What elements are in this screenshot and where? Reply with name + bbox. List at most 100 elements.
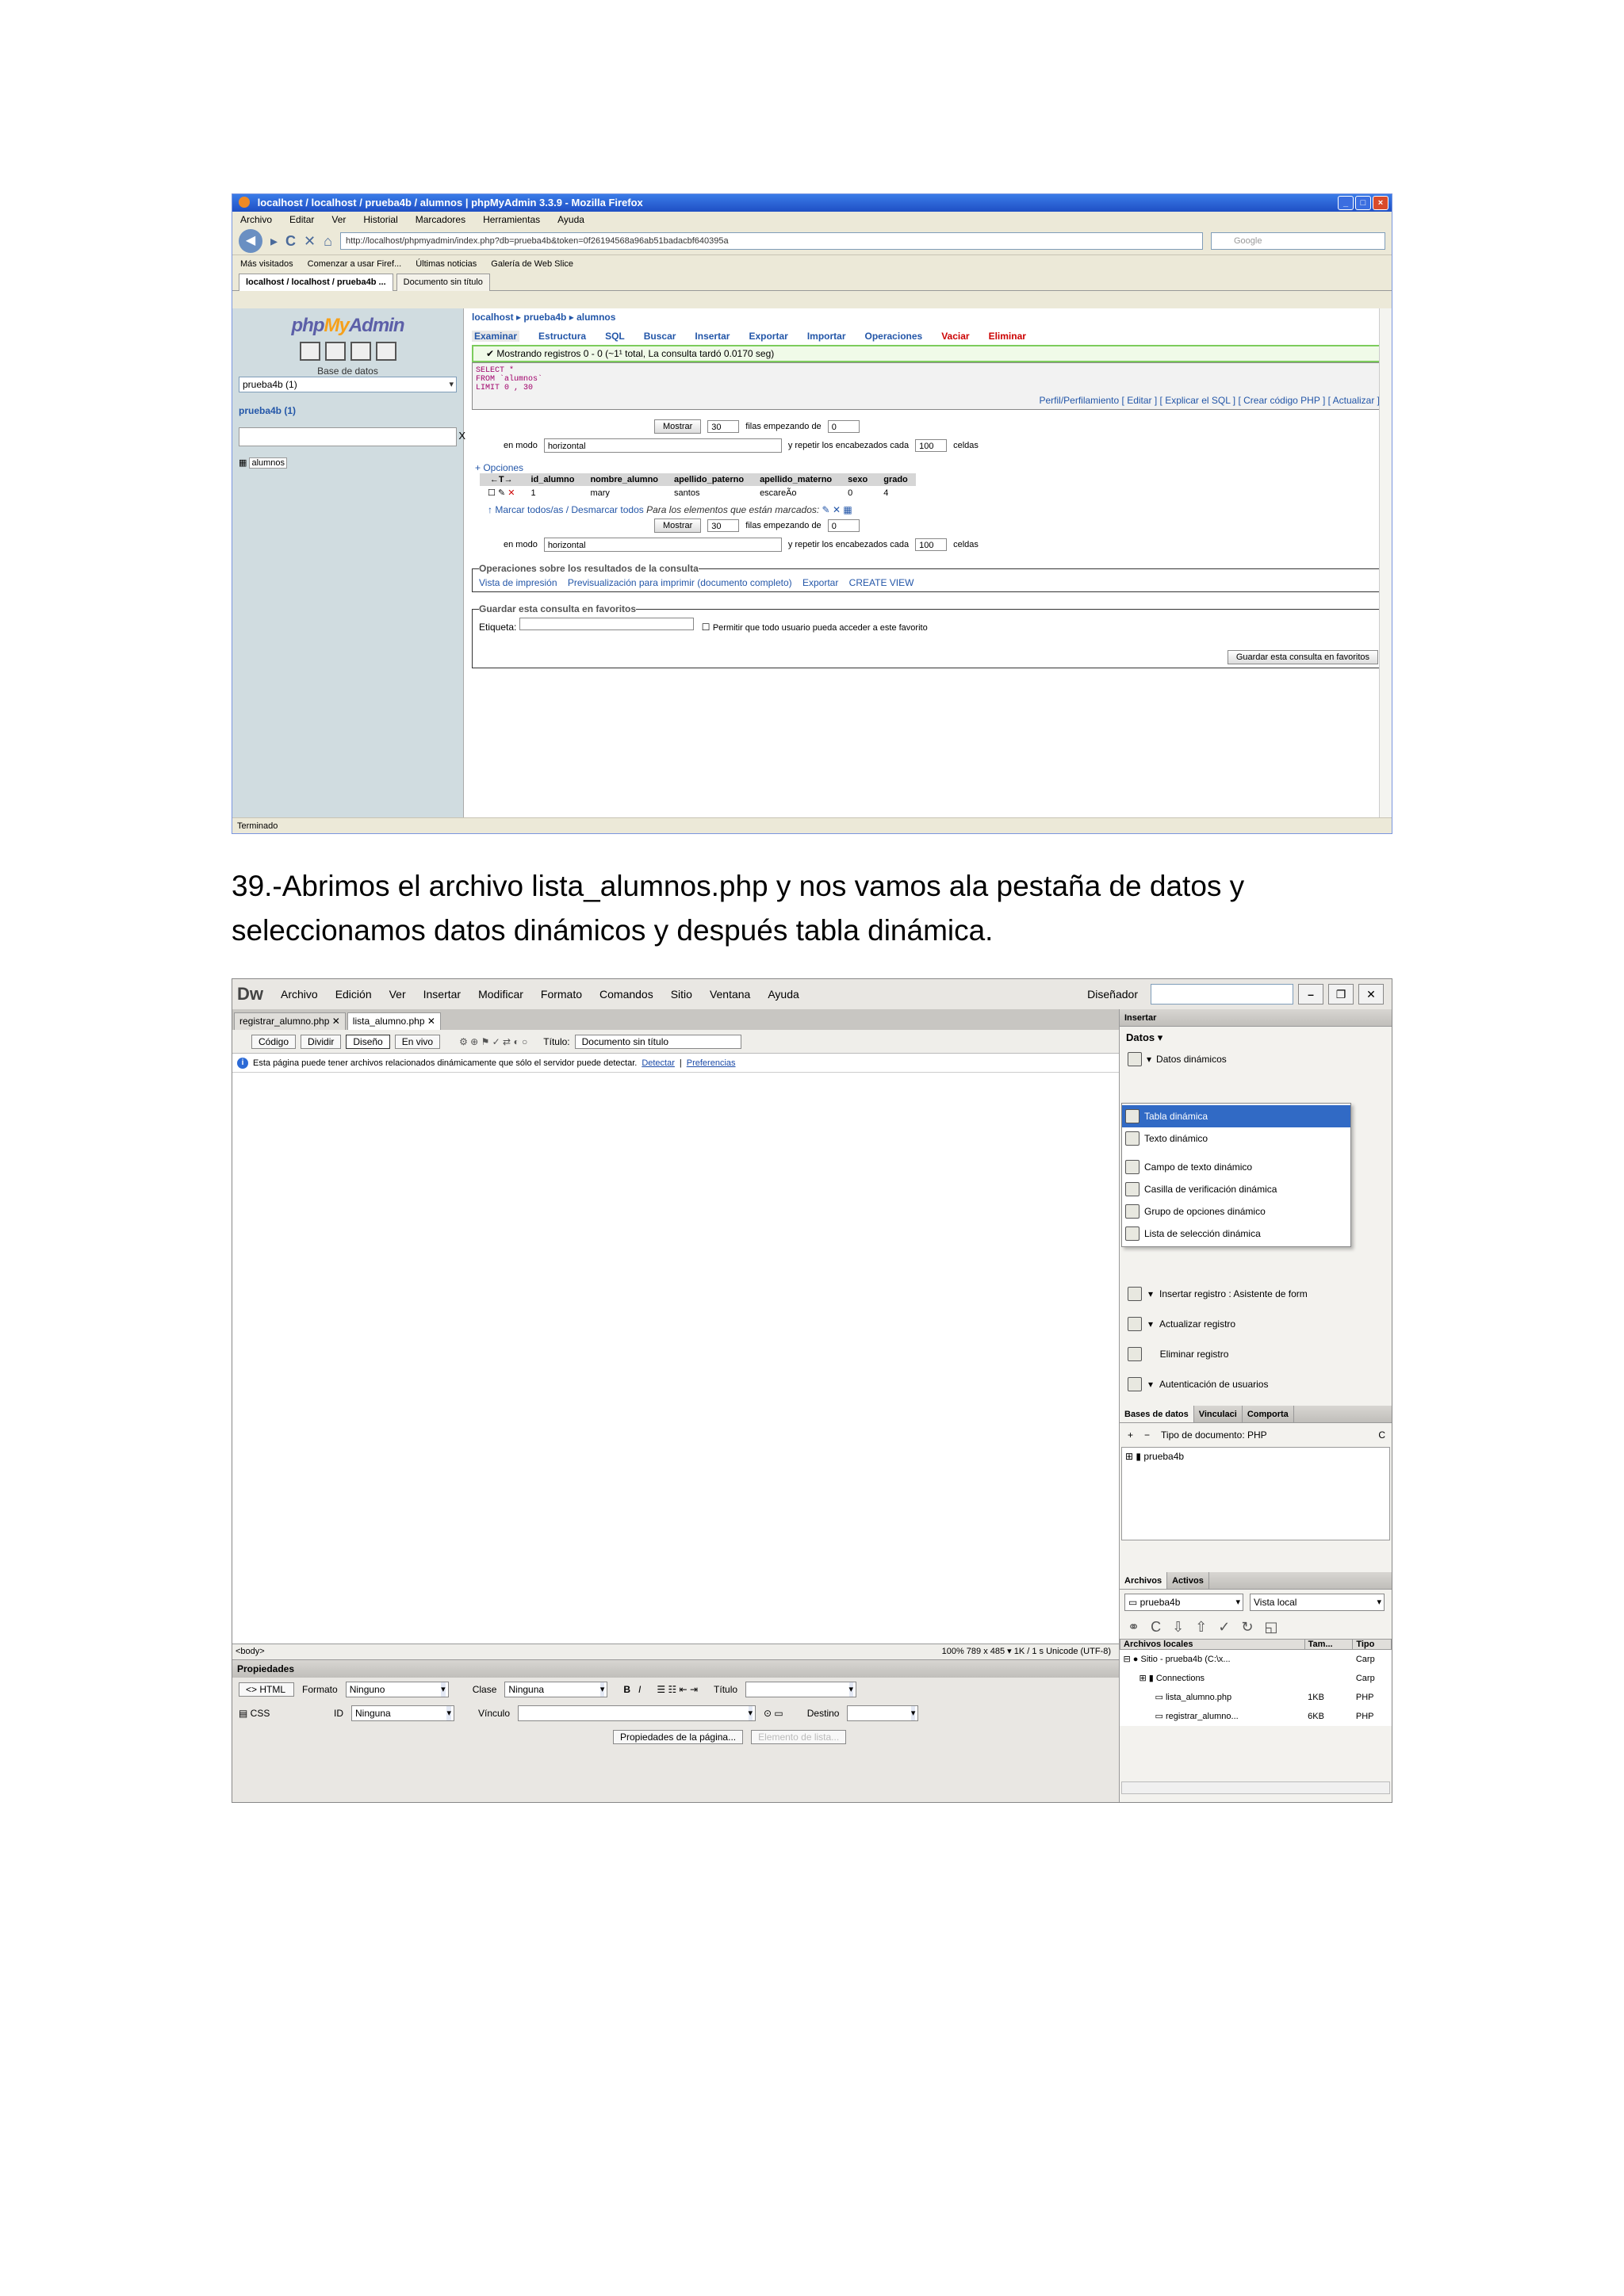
table-row[interactable]: ⊟ ● Sitio - prueba4b (C:\x... Carp [1120,1650,1392,1669]
edit-icon[interactable]: ✎ [498,488,505,498]
checkout-icon[interactable]: ✓ [1218,1619,1230,1636]
tab-phpmyadmin[interactable]: localhost / localhost / prueba4b ... [239,274,393,291]
print-preview-link[interactable]: Previsualización para imprimir (document… [568,577,792,588]
maximize-button[interactable]: □ [1355,196,1371,210]
tab-vaciar[interactable]: Vaciar [941,331,969,342]
menu-item[interactable]: Comandos [599,988,653,1001]
menu-ver[interactable]: Ver [331,212,346,228]
repeat-input[interactable]: 100 [915,439,948,452]
start-input[interactable]: 0 [827,519,860,532]
show-button[interactable]: Mostrar [654,519,702,533]
list-icons[interactable]: ☰ ☷ ⇤ ⇥ [657,1684,698,1695]
tab-lista-alumno[interactable]: lista_alumno.php ✕ [347,1012,441,1030]
mark-all-link[interactable]: Marcar todos/as / Desmarcar todos [495,504,643,515]
table-row[interactable]: ▭ lista_alumno.php 1KB PHP [1120,1688,1392,1707]
menu-dynamic-text[interactable]: Texto dinámico [1122,1127,1350,1150]
reload-icon[interactable]: C [285,233,296,250]
back-arrow-icon[interactable]: ◀ [239,229,262,253]
get-files-icon[interactable]: ⇩ [1172,1619,1184,1636]
menu-historial[interactable]: Historial [363,212,397,228]
tab-estructura[interactable]: Estructura [538,331,586,342]
docs-icon[interactable] [350,342,371,361]
tab-insertar[interactable]: Insertar [695,331,730,342]
home-icon[interactable] [299,342,320,361]
bookmark-item[interactable]: Más visitados [240,255,293,272]
rows-input[interactable]: 30 [707,519,740,532]
link-input[interactable] [518,1705,756,1721]
bookmark-item[interactable]: Comenzar a usar Firef... [308,255,402,272]
col-actions[interactable]: ←T→ [480,473,523,486]
menu-item[interactable]: Insertar [423,988,461,1001]
show-button[interactable]: Mostrar [654,419,702,434]
mode-select[interactable]: horizontal [543,538,782,552]
tab-behaviors[interactable]: Comporta [1243,1406,1294,1422]
sql-links[interactable]: Perfil/Perfilamiento [ Editar ] [ Explic… [1039,395,1380,406]
row-checkbox[interactable]: ☐ [488,488,496,498]
col-header[interactable]: sexo [840,473,876,486]
tab-assets[interactable]: Activos [1167,1572,1209,1589]
col-header[interactable]: id_alumno [523,473,583,486]
horizontal-scrollbar[interactable] [1121,1781,1390,1794]
close-button[interactable]: × [1373,196,1388,210]
dw-search-input[interactable] [1151,984,1293,1004]
menu-item[interactable]: Ventana [710,988,750,1001]
menu-item[interactable]: Ver [389,988,406,1001]
menu-dynamic-textfield[interactable]: Campo de texto dinámico [1122,1156,1350,1178]
preferences-link[interactable]: Preferencias [687,1058,736,1068]
tab-bindings[interactable]: Vinculaci [1194,1406,1243,1422]
insert-record-button[interactable]: ▾ Insertar registro : Asistente de form [1120,1279,1392,1309]
table-row[interactable]: ▭ registrar_alumno... 6KB PHP [1120,1707,1392,1726]
title-input[interactable]: Documento sin título [574,1034,741,1049]
col-header[interactable]: Tam... [1304,1639,1354,1650]
id-select[interactable]: Ninguna [351,1705,454,1721]
db-tree-item[interactable]: prueba4b [1143,1451,1184,1462]
menu-editar[interactable]: Editar [289,212,314,228]
page-properties-button[interactable]: Propiedades de la página... [613,1730,744,1744]
tag-selector[interactable]: <body> [236,1647,265,1656]
add-icon[interactable]: + [1128,1429,1133,1441]
restore-button[interactable]: ❐ [1328,984,1354,1004]
menu-herramientas[interactable]: Herramientas [483,212,540,228]
design-canvas[interactable] [232,1073,1120,1644]
forward-arrow-icon[interactable]: ▸ [270,233,278,250]
table-row[interactable]: ⊞ ▮ Connections Carp [1120,1669,1392,1688]
workspace-switcher[interactable]: Diseñador [1087,988,1138,1001]
update-record-button[interactable]: ▾ Actualizar registro [1120,1309,1392,1339]
delete-record-button[interactable]: Eliminar registro [1120,1339,1392,1369]
tab-registrar-alumno[interactable]: registrar_alumno.php ✕ [234,1012,346,1030]
tab-examinar[interactable]: Examinar [472,331,520,342]
menu-marcadores[interactable]: Marcadores [416,212,465,228]
col-header[interactable]: grado [875,473,916,486]
col-header[interactable]: apellido_materno [752,473,841,486]
user-auth-button[interactable]: ▾ Autenticación de usuarios [1120,1369,1392,1399]
breadcrumb[interactable]: localhost ▸ prueba4b ▸ alumnos [472,312,1384,323]
html-mode-button[interactable]: <> HTML [239,1682,294,1697]
tab-buscar[interactable]: Buscar [644,331,676,342]
bookmark-item[interactable]: Últimas noticias [416,255,477,272]
dynamic-data-button[interactable]: ▾ Datos dinámicos [1120,1049,1392,1070]
insert-category[interactable]: Datos ▾ [1120,1027,1392,1049]
menu-dynamic-table[interactable]: Tabla dinámica [1122,1105,1350,1127]
col-header[interactable]: apellido_paterno [666,473,753,486]
sync-icon[interactable]: ↻ [1241,1619,1253,1636]
tree-expand-icon[interactable]: ⊞ [1125,1451,1133,1462]
db-name-link[interactable]: prueba4b (1) [239,405,457,416]
italic-button[interactable]: I [638,1684,641,1695]
menu-dynamic-select[interactable]: Lista de selección dinámica [1122,1223,1350,1245]
remove-icon[interactable]: − [1144,1429,1150,1441]
menu-archivo[interactable]: Archivo [240,212,272,228]
link-target-icon[interactable]: ⊙ ▭ [764,1708,783,1719]
help-icon[interactable] [375,342,396,361]
export-link[interactable]: Exportar [802,577,838,588]
sql-query-icon[interactable] [324,342,346,361]
title-attr-input[interactable] [745,1682,857,1697]
css-mode-button[interactable]: ▤ CSS [239,1708,294,1719]
menu-ayuda[interactable]: Ayuda [557,212,584,228]
start-input[interactable]: 0 [827,420,860,433]
menu-dynamic-radio[interactable]: Grupo de opciones dinámico [1122,1200,1350,1223]
favorite-label-input[interactable] [519,618,694,630]
repeat-input[interactable]: 100 [915,538,948,551]
bookmark-item[interactable]: Galería de Web Slice [491,255,573,272]
tab-eliminar[interactable]: Eliminar [989,331,1026,342]
tab-files[interactable]: Archivos [1120,1572,1168,1589]
